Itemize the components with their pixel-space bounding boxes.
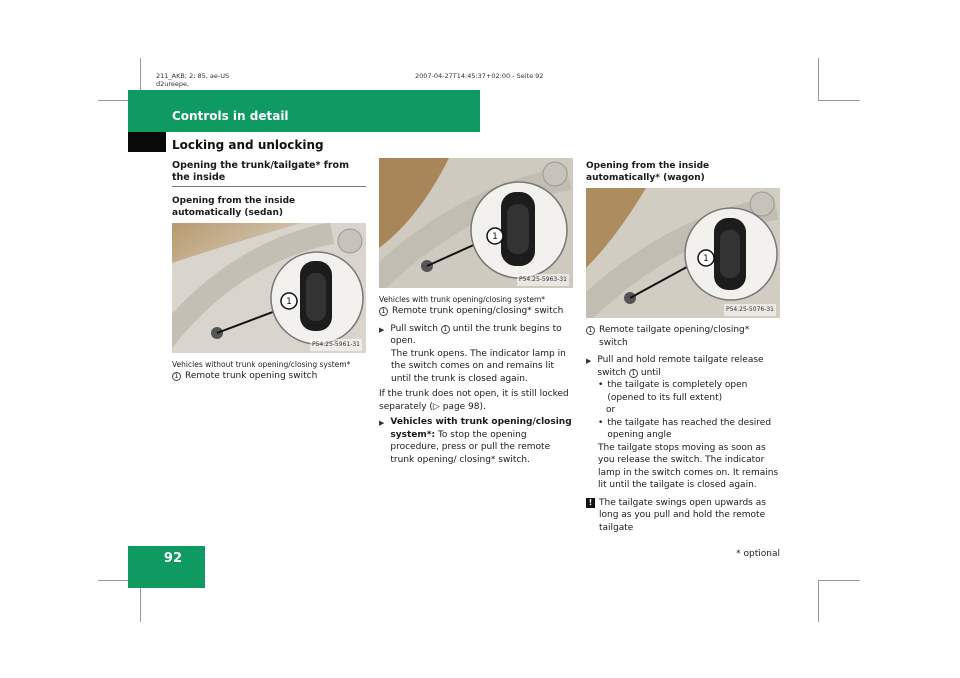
crop-mark (818, 58, 819, 100)
svg-text:1: 1 (492, 232, 498, 242)
print-meta-line2: d2ureepe, (156, 80, 190, 88)
optional-footnote: * optional (736, 549, 780, 559)
image-code: P54.25-5961-31 (309, 338, 362, 351)
callout-number: 1 (172, 372, 181, 381)
image-code: P54.25-5076-31 (723, 303, 776, 316)
column-2: 1 P54.25-5963-31 Vehicles with trunk ope… (379, 158, 573, 466)
crop-mark (818, 580, 860, 581)
step-text-post: until (640, 367, 661, 378)
step-detail: The trunk opens. The indicator lamp in t… (391, 348, 566, 384)
instruction-step: ▶ Pull and hold remote tailgate release … (586, 354, 780, 379)
bullet-dot-icon: • (598, 380, 604, 390)
warning-text: The tailgate swings open upwards as long… (599, 497, 766, 533)
print-meta-line1: 211_AKB; 2; 85, ae-US (156, 72, 230, 80)
step-detail: The tailgate stops moving as soon as you… (598, 442, 779, 491)
legend-item: 1 Remote tailgate opening/closing* switc… (586, 324, 780, 349)
instruction-step: ▶ Vehicles with trunk opening/closing sy… (379, 416, 573, 466)
svg-text:1: 1 (703, 254, 709, 264)
image-code: P54.25-5963-31 (516, 273, 569, 286)
step-text-pre: Pull switch (390, 323, 438, 334)
instruction-step: ▶ Pull switch 1 until the trunk begins t… (379, 323, 573, 348)
image-caption: Vehicles without trunk opening/closing s… (172, 360, 351, 369)
image-caption: Vehicles with trunk opening/closing syst… (379, 295, 546, 304)
step-text: Vehicles with trunk opening/closing syst… (390, 416, 573, 466)
step-text: Pull switch 1 until the trunk begins to … (390, 323, 573, 348)
callout-number: 1 (379, 307, 388, 316)
or-text: or (606, 405, 616, 415)
print-meta: 211_AKB; 2; 85, ae-US d2ureepe, (156, 72, 229, 88)
legend-text: Remote trunk opening/closing* switch (392, 306, 564, 316)
callout-number: 1 (586, 326, 595, 335)
trunk-switch-image: 1 P54.25-5963-31 (379, 158, 573, 288)
bullet-text: the tailgate has reached the desired ope… (607, 417, 772, 441)
svg-text:1: 1 (286, 297, 292, 307)
legend-text: Remote tailgate opening/closing* switch (599, 325, 750, 348)
legend-text: Remote trunk opening switch (185, 371, 318, 381)
note-text: If the trunk does not open, it is still … (379, 389, 569, 412)
bullet-text: the tailgate is completely open (opened … (607, 380, 748, 403)
legend-item: 1 Remote trunk opening/closing* switch (379, 305, 573, 318)
section-heading: Opening from the inside automatically* (… (586, 161, 710, 183)
print-timestamp: 2007-04-27T14:45:37+02:00 - Seite 92 (415, 72, 544, 80)
wagon-switch-illustration: 1 (586, 188, 780, 318)
section-title: Controls in detail (172, 109, 289, 123)
column-1: Opening the trunk/tailgate* from the ins… (172, 160, 366, 383)
crop-mark (818, 580, 819, 622)
step-arrow-icon: ▶ (586, 357, 592, 365)
column-3: Opening from the inside automatically* (… (586, 160, 780, 534)
step-arrow-icon: ▶ (379, 325, 385, 334)
warning-note: ! The tailgate swings open upwards as lo… (586, 497, 780, 535)
bullet-item: • the tailgate has reached the desired o… (586, 417, 780, 442)
page-number: 92 (163, 551, 182, 566)
crop-mark (818, 100, 860, 101)
wagon-switch-image: 1 P54.25-5076-31 (586, 188, 780, 318)
step-arrow-icon: ▶ (379, 419, 385, 427)
step-text-pre: Pull and hold remote tailgate release sw… (597, 355, 764, 378)
callout-number: 1 (629, 368, 638, 378)
step-text: Pull and hold remote tailgate release sw… (597, 354, 780, 379)
header-accent-block (128, 132, 166, 152)
sedan-switch-illustration: 1 (172, 223, 366, 353)
legend-item: 1 Remote trunk opening switch (172, 370, 366, 383)
sedan-switch-image: 1 P54.25-5961-31 (172, 223, 366, 353)
callout-number: 1 (440, 324, 450, 334)
bullet-dot-icon: • (598, 417, 604, 428)
section-heading: Opening the trunk/tailgate* from the ins… (172, 160, 366, 187)
bullet-item: • the tailgate is completely open (opene… (586, 379, 780, 404)
subsection-title: Locking and unlocking (172, 138, 324, 152)
warning-icon: ! (586, 497, 595, 508)
subheading: Opening from the inside automatically (s… (172, 196, 296, 218)
trunk-switch-illustration: 1 (379, 158, 573, 288)
